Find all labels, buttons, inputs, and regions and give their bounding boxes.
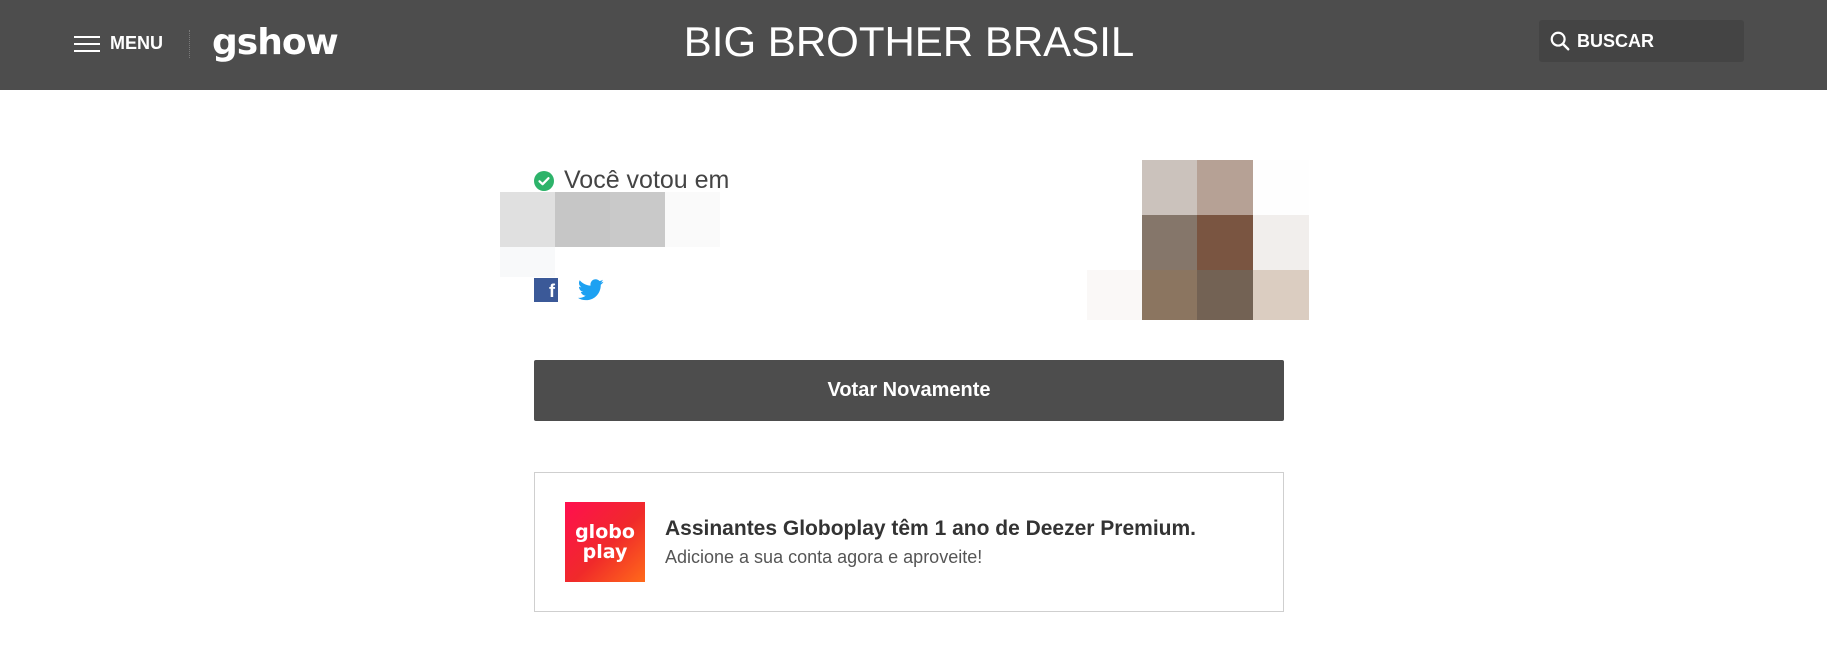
top-header: MENU gshow BIG BROTHER BRASIL BUSCAR — [0, 0, 1827, 90]
globoplay-logo-line2: play — [582, 541, 628, 563]
check-circle-icon — [534, 170, 554, 191]
voted-text: Você votou em — [564, 166, 730, 194]
globoplay-logo-line1: globo — [575, 521, 635, 543]
search-label: BUSCAR — [1577, 30, 1655, 51]
promo-subtitle: Adicione a sua conta agora e aproveite! — [665, 547, 983, 567]
participant-photo-pixelated — [1087, 160, 1309, 320]
globoplay-promo-banner[interactable]: globo play Assinantes Globoplay têm 1 an… — [534, 472, 1284, 612]
promo-title: Assinantes Globoplay têm 1 ano de Deezer… — [665, 517, 1196, 540]
facebook-icon[interactable]: f — [534, 278, 558, 302]
share-buttons: f — [534, 278, 604, 302]
search-button[interactable]: BUSCAR — [1539, 20, 1744, 62]
voted-row: Você votou em — [534, 166, 729, 195]
twitter-icon[interactable] — [578, 279, 604, 301]
search-icon — [1550, 31, 1570, 51]
vote-again-button[interactable]: Votar Novamente — [534, 360, 1284, 421]
participant-name-pixelated — [500, 192, 720, 277]
globoplay-logo: globo play — [565, 502, 645, 582]
